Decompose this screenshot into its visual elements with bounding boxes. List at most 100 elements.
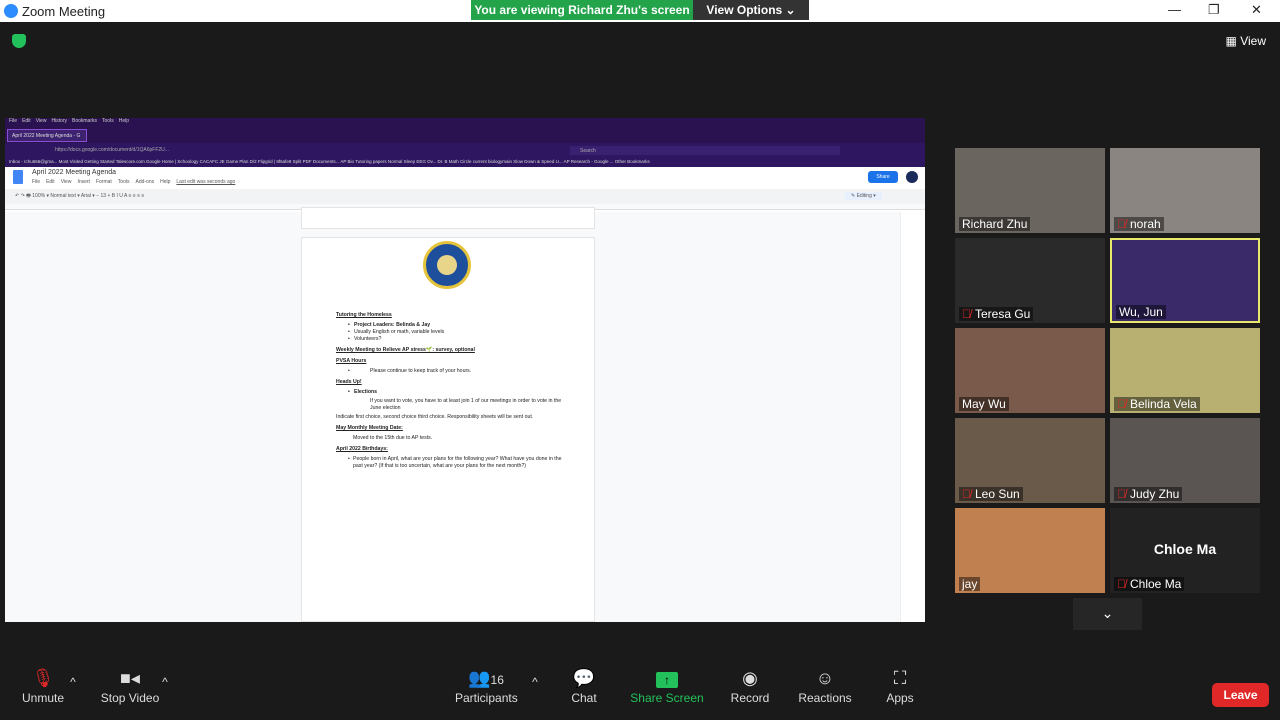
bullet: Volunteers? [336, 336, 566, 343]
record-button[interactable]: ◉ Record [728, 665, 772, 705]
zoom-logo-icon [4, 4, 18, 18]
bullet: Project Leaders: Belinda & Jay [336, 322, 566, 329]
share-button[interactable]: Share [868, 171, 898, 183]
menu-item[interactable]: View [36, 118, 47, 127]
participant-tile[interactable]: 🎙̸ norah [1110, 148, 1260, 233]
view-button[interactable]: ▦ View [1226, 34, 1266, 48]
close-button[interactable]: ✕ [1251, 2, 1262, 18]
docs-menu-item[interactable]: Format [96, 179, 112, 185]
docs-menu-item[interactable]: View [61, 179, 72, 185]
muted-mic-icon: 🎙̸ [1117, 217, 1126, 231]
url-bar[interactable]: https://docs.google.com/document/d/1QA6p… [55, 147, 169, 153]
participant-name-text: Richard Zhu [962, 217, 1028, 231]
participant-tile[interactable]: jay [955, 508, 1105, 593]
avatar[interactable] [906, 171, 918, 183]
docs-menu-item[interactable]: File [32, 179, 40, 185]
browser-navbar: https://docs.google.com/document/d/1QA6p… [5, 143, 925, 157]
docs-menu-item[interactable]: Edit [46, 179, 55, 185]
apps-button[interactable]: ⛶ Apps [882, 665, 918, 705]
participant-name: May Wu [959, 397, 1009, 411]
heading: May Monthly Meeting Date: [336, 425, 403, 432]
muted-mic-icon: 🎙̸ [962, 487, 971, 501]
docs-menu-item[interactable]: Help [160, 179, 170, 185]
participant-tile[interactable]: 🎙̸ Teresa Gu [955, 238, 1105, 323]
video-camera-icon: ■◂ [120, 668, 140, 688]
participant-tile[interactable]: Richard Zhu [955, 148, 1105, 233]
security-shield-icon[interactable] [12, 34, 26, 48]
menu-item[interactable]: Help [119, 118, 129, 127]
docs-menu-item[interactable]: Insert [77, 179, 90, 185]
participant-tile[interactable]: Wu, Jun [1110, 238, 1260, 323]
meeting-toolbar: 🎙 Unmute ^ ■◂ Stop Video ^ 👥16 Participants… [0, 665, 1280, 720]
participant-name: jay [959, 577, 981, 591]
browser-search[interactable]: Search [570, 146, 840, 155]
apps-label: Apps [886, 691, 914, 705]
paragraph: Indicate first choice, second choice thi… [336, 414, 534, 421]
doc-title[interactable]: April 2022 Meeting Agenda [32, 169, 116, 176]
participant-name: 🎙̸ norah [1114, 217, 1164, 231]
docs-toolbar: ↶ ↷ 🖶 100% ▾ Normal text ▾ Arial ▾ − 13 … [5, 189, 925, 204]
bookmarks-bar[interactable]: Inbox - rchu666@gma... Most Visited Gett… [5, 157, 925, 167]
participants-options-caret[interactable]: ^ [528, 675, 542, 689]
window-title: Zoom Meeting [22, 4, 106, 19]
previous-page [301, 207, 595, 229]
club-seal-logo [423, 241, 471, 289]
participants-label: Participants [455, 691, 518, 705]
record-icon: ◉ [742, 668, 758, 688]
minimize-button[interactable]: — [1168, 2, 1181, 17]
participant-tile[interactable]: 🎙̸ Judy Zhu [1110, 418, 1260, 503]
participant-name-text: Wu, Jun [1119, 305, 1163, 319]
video-options-caret[interactable]: ^ [158, 675, 172, 689]
share-screen-label: Share Screen [630, 691, 704, 705]
participant-tile[interactable]: 🎙̸ Leo Sun [955, 418, 1105, 503]
participant-name: 🎙̸ Leo Sun [959, 487, 1023, 501]
browser-tab[interactable]: April 2022 Meeting Agenda - G [7, 129, 87, 142]
doc-content[interactable]: Tutoring the Homeless Project Leaders: B… [336, 308, 566, 470]
unmute-button[interactable]: 🎙 Unmute [18, 665, 68, 705]
participant-name: 🎙̸ Belinda Vela [1114, 397, 1200, 411]
participant-name-text: Belinda Vela [1130, 397, 1197, 411]
side-panel [900, 212, 925, 622]
participant-name: Richard Zhu [959, 217, 1031, 231]
participant-tile[interactable]: 🎙̸ Belinda Vela [1110, 328, 1260, 413]
view-options-button[interactable]: View Options ⌄ [693, 0, 809, 20]
menu-item[interactable]: Edit [22, 118, 31, 127]
leave-button[interactable]: Leave [1212, 683, 1269, 707]
participant-tile[interactable]: May Wu [955, 328, 1105, 413]
menu-item[interactable]: File [9, 118, 17, 127]
reactions-button[interactable]: ☺ Reactions [796, 665, 854, 705]
heading: April 2022 Birthdays: [336, 446, 388, 453]
reactions-label: Reactions [798, 691, 852, 705]
browser-tabs: April 2022 Meeting Agenda - G [5, 127, 925, 143]
participant-count: 16 [490, 673, 504, 687]
bullet: Please continue to keep track of your ho… [336, 368, 566, 375]
viewing-banner: You are viewing Richard Zhu's screen Vie… [471, 0, 809, 20]
paragraph: Moved to the 15th due to AP tests. [353, 435, 433, 442]
share-screen-button[interactable]: ↑ Share Screen [630, 665, 704, 705]
menu-item[interactable]: History [51, 118, 67, 127]
formatting-tools[interactable]: ↶ ↷ 🖶 100% ▾ Normal text ▾ Arial ▾ − 13 … [15, 193, 144, 199]
menu-item[interactable]: Bookmarks [72, 118, 97, 127]
participants-button[interactable]: 👥16 Participants [455, 665, 518, 705]
participant-name: 🎙̸ Chloe Ma [1114, 577, 1185, 591]
last-edit-link[interactable]: Last edit was seconds ago [176, 179, 235, 185]
docs-header: April 2022 Meeting Agenda File Edit View In… [5, 167, 925, 189]
docs-menu-item[interactable]: Tools [118, 179, 130, 185]
muted-mic-icon: 🎙 [31, 668, 55, 688]
participant-name: Wu, Jun [1116, 305, 1166, 319]
next-page-chevron-icon[interactable]: ⌄ [1073, 598, 1142, 630]
menu-item[interactable]: Tools [102, 118, 114, 127]
audio-options-caret[interactable]: ^ [66, 675, 80, 689]
stop-video-button[interactable]: ■◂ Stop Video [98, 665, 162, 705]
maximize-button[interactable]: ❐ [1208, 2, 1220, 18]
participant-name-text: norah [1130, 217, 1161, 231]
participant-tile[interactable]: Chloe Ma 🎙̸ Chloe Ma [1110, 508, 1260, 593]
docs-menu-item[interactable]: Add-ons [135, 179, 154, 185]
viewing-label: You are viewing Richard Zhu's screen [471, 0, 693, 20]
editing-mode-select[interactable]: ✎ Editing ▾ [845, 192, 882, 200]
unmute-label: Unmute [21, 691, 65, 705]
participant-name: 🎙̸ Teresa Gu [959, 307, 1034, 321]
chat-button[interactable]: 💬 Chat [565, 665, 603, 705]
docs-icon[interactable] [13, 170, 23, 184]
bullet: People born in April, what are your plan… [336, 456, 566, 470]
